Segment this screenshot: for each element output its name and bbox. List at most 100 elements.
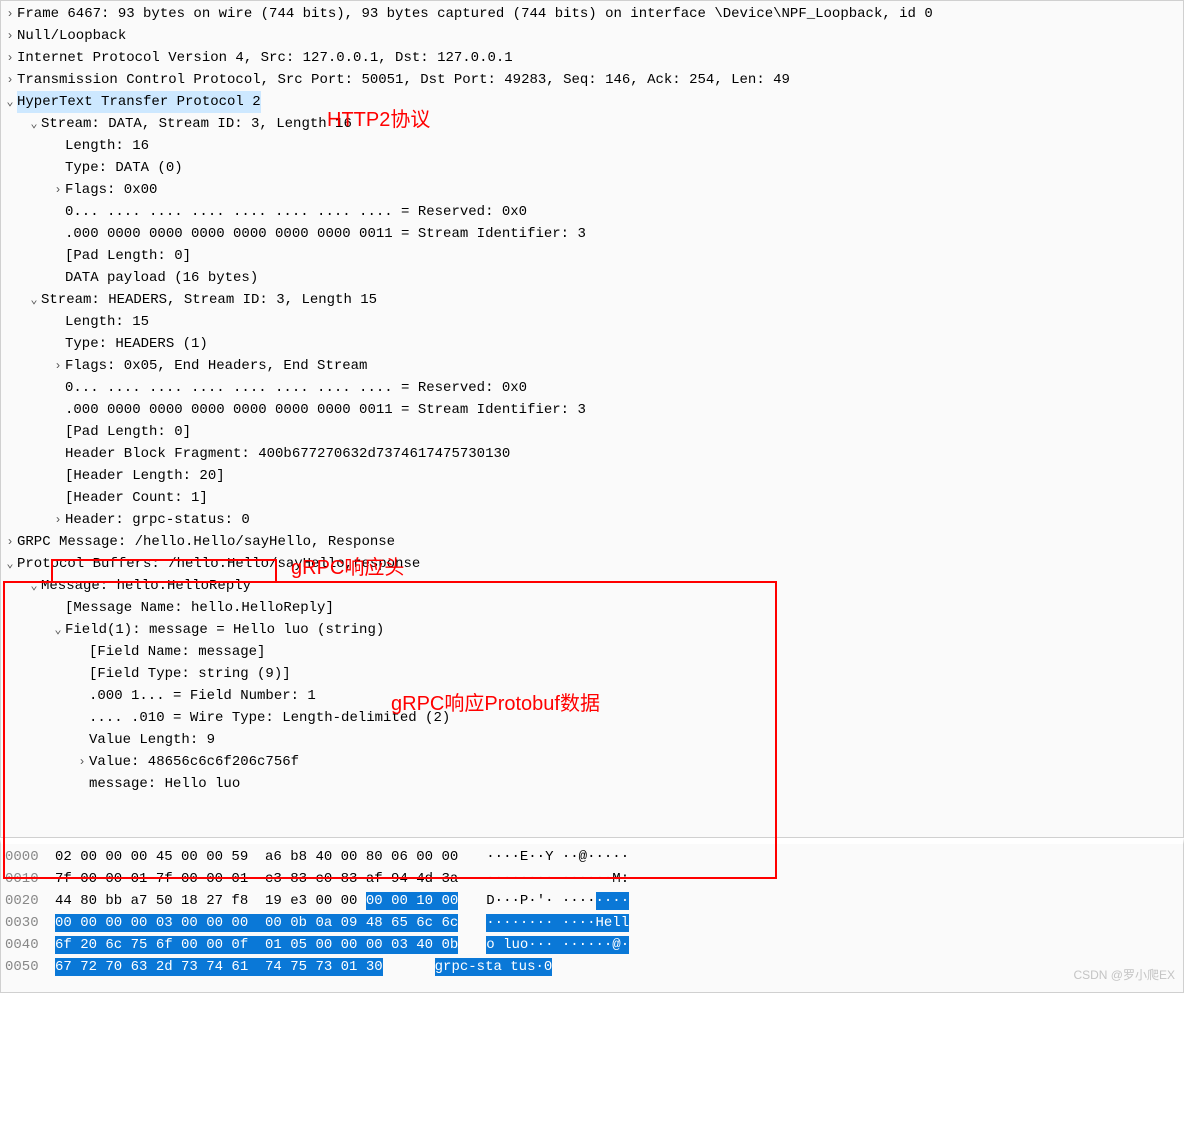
collapse-icon[interactable]: ⌄	[29, 575, 39, 597]
label: .... .010 = Wire Type: Length-delimited …	[89, 707, 450, 729]
expand-icon[interactable]: ›	[5, 531, 15, 553]
hex-row[interactable]: 0000 02 00 00 00 45 00 00 59 a6 b8 40 00…	[1, 846, 1183, 868]
label: [Message Name: hello.HelloReply]	[65, 597, 334, 619]
tree-item[interactable]: Header Block Fragment: 400b677270632d737…	[1, 443, 1183, 465]
label: [Field Type: string (9)]	[89, 663, 291, 685]
label: Stream: HEADERS, Stream ID: 3, Length 15	[41, 289, 377, 311]
hex-ascii-highlighted: ····	[596, 892, 630, 910]
tree-item-http2[interactable]: ⌄HyperText Transfer Protocol 2	[1, 91, 1183, 113]
hex-bytes-highlighted: 00 00 10 00	[366, 892, 458, 910]
label: [Pad Length: 0]	[65, 421, 191, 443]
hex-offset: 0030	[5, 912, 55, 934]
label: Value Length: 9	[89, 729, 215, 751]
tree-item[interactable]: [Field Type: string (9)]	[1, 663, 1183, 685]
tree-item[interactable]: .000 0000 0000 0000 0000 0000 0000 0011 …	[1, 223, 1183, 245]
hex-bytes: 7f 00 00 01 7f 00 00 01 c3 83 c0 83 af 9…	[55, 868, 458, 890]
label: [Header Count: 1]	[65, 487, 208, 509]
label: 0... .... .... .... .... .... .... .... …	[65, 377, 527, 399]
hex-row[interactable]: 0020 44 80 bb a7 50 18 27 f8 19 e3 00 00…	[1, 890, 1183, 912]
label: Protocol Buffers: /hello.Hello/sayHello,…	[17, 553, 420, 575]
watermark: CSDN @罗小爬EX	[1073, 964, 1175, 986]
label: .000 0000 0000 0000 0000 0000 0000 0011 …	[65, 399, 586, 421]
expand-icon[interactable]: ›	[5, 3, 15, 25]
hex-row[interactable]: 0040 6f 20 6c 75 6f 00 00 0f 01 05 00 00…	[1, 934, 1183, 956]
expand-icon[interactable]: ›	[5, 25, 15, 47]
hex-ascii-highlighted: ········ ····Hell	[486, 914, 629, 932]
tree-item[interactable]: Length: 15	[1, 311, 1183, 333]
tree-item[interactable]: [Header Length: 20]	[1, 465, 1183, 487]
tree-item-grpc-header[interactable]: ›Header: grpc-status: 0	[1, 509, 1183, 531]
hex-dump-pane[interactable]: 0000 02 00 00 00 45 00 00 59 a6 b8 40 00…	[0, 838, 1184, 993]
label: Value: 48656c6c6f206c756f	[89, 751, 299, 773]
label: Frame 6467: 93 bytes on wire (744 bits),…	[17, 3, 933, 25]
tree-item-flags[interactable]: ›Flags: 0x00	[1, 179, 1183, 201]
expand-icon[interactable]: ›	[53, 509, 63, 531]
expand-icon[interactable]: ›	[53, 355, 63, 377]
tree-item[interactable]: 0... .... .... .... .... .... .... .... …	[1, 377, 1183, 399]
expand-icon[interactable]: ›	[77, 751, 87, 773]
hex-ascii: grpc-sta tus·0	[435, 956, 553, 978]
hex-ascii: ········ ······M:	[486, 868, 629, 890]
tree-item[interactable]: [Field Name: message]	[1, 641, 1183, 663]
tree-item-frame[interactable]: ›Frame 6467: 93 bytes on wire (744 bits)…	[1, 3, 1183, 25]
label: Length: 16	[65, 135, 149, 157]
label: Length: 15	[65, 311, 149, 333]
tree-item[interactable]: .... .010 = Wire Type: Length-delimited …	[1, 707, 1183, 729]
label: Flags: 0x00	[65, 179, 157, 201]
hex-bytes: 44 80 bb a7 50 18 27 f8 19 e3 00 00 00 0…	[55, 890, 458, 912]
hex-row[interactable]: 0010 7f 00 00 01 7f 00 00 01 c3 83 c0 83…	[1, 868, 1183, 890]
tree-item[interactable]: [Message Name: hello.HelloReply]	[1, 597, 1183, 619]
tree-item[interactable]: Type: HEADERS (1)	[1, 333, 1183, 355]
tree-item-grpc-message[interactable]: ›GRPC Message: /hello.Hello/sayHello, Re…	[1, 531, 1183, 553]
hex-row[interactable]: 0050 67 72 70 63 2d 73 74 61 74 75 73 01…	[1, 956, 1183, 978]
packet-details-pane[interactable]: ›Frame 6467: 93 bytes on wire (744 bits)…	[0, 0, 1184, 838]
tree-item[interactable]: 0... .... .... .... .... .... .... .... …	[1, 201, 1183, 223]
label: [Header Length: 20]	[65, 465, 225, 487]
label: Flags: 0x05, End Headers, End Stream	[65, 355, 367, 377]
label: DATA payload (16 bytes)	[65, 267, 258, 289]
tree-item[interactable]: message: Hello luo	[1, 773, 1183, 795]
tree-item[interactable]: Value Length: 9	[1, 729, 1183, 751]
tree-item[interactable]: Length: 16	[1, 135, 1183, 157]
tree-item[interactable]: [Pad Length: 0]	[1, 245, 1183, 267]
expand-icon[interactable]: ›	[5, 47, 15, 69]
hex-bytes: 00 00 00 00 03 00 00 00 00 0b 0a 09 48 6…	[55, 912, 458, 934]
tree-item-ipv4[interactable]: ›Internet Protocol Version 4, Src: 127.0…	[1, 47, 1183, 69]
label: Message: hello.HelloReply	[41, 575, 251, 597]
collapse-icon[interactable]: ⌄	[5, 553, 15, 575]
label: Header: grpc-status: 0	[65, 509, 250, 531]
tree-item-null-loopback[interactable]: ›Null/Loopback	[1, 25, 1183, 47]
tree-item-protobuf[interactable]: ⌄Protocol Buffers: /hello.Hello/sayHello…	[1, 553, 1183, 575]
label: 0... .... .... .... .... .... .... .... …	[65, 201, 527, 223]
tree-item-stream-headers[interactable]: ⌄Stream: HEADERS, Stream ID: 3, Length 1…	[1, 289, 1183, 311]
tree-item[interactable]: .000 0000 0000 0000 0000 0000 0000 0011 …	[1, 399, 1183, 421]
label: .000 1... = Field Number: 1	[89, 685, 316, 707]
collapse-icon[interactable]: ⌄	[53, 619, 63, 641]
tree-item-pb-field[interactable]: ⌄Field(1): message = Hello luo (string)	[1, 619, 1183, 641]
tree-item[interactable]: [Header Count: 1]	[1, 487, 1183, 509]
collapse-icon[interactable]: ⌄	[29, 113, 39, 135]
expand-icon[interactable]: ›	[5, 69, 15, 91]
tree-item[interactable]: [Pad Length: 0]	[1, 421, 1183, 443]
hex-ascii: D···P·'· ········	[486, 890, 629, 912]
tree-item-tcp[interactable]: ›Transmission Control Protocol, Src Port…	[1, 69, 1183, 91]
tree-item-pb-message[interactable]: ⌄Message: hello.HelloReply	[1, 575, 1183, 597]
hex-row[interactable]: 0030 00 00 00 00 03 00 00 00 00 0b 0a 09…	[1, 912, 1183, 934]
hex-offset: 0040	[5, 934, 55, 956]
hex-offset: 0020	[5, 890, 55, 912]
tree-item-flags[interactable]: ›Flags: 0x05, End Headers, End Stream	[1, 355, 1183, 377]
hex-bytes: 02 00 00 00 45 00 00 59 a6 b8 40 00 80 0…	[55, 846, 458, 868]
collapse-icon[interactable]: ⌄	[29, 289, 39, 311]
tree-item-pb-value[interactable]: ›Value: 48656c6c6f206c756f	[1, 751, 1183, 773]
label: Header Block Fragment: 400b677270632d737…	[65, 443, 510, 465]
hex-offset: 0050	[5, 956, 55, 978]
hex-bytes: 67 72 70 63 2d 73 74 61 74 75 73 01 30	[55, 956, 383, 978]
tree-item[interactable]: .000 1... = Field Number: 1	[1, 685, 1183, 707]
expand-icon[interactable]: ›	[53, 179, 63, 201]
label: Stream: DATA, Stream ID: 3, Length 16	[41, 113, 352, 135]
collapse-icon[interactable]: ⌄	[5, 91, 15, 113]
tree-item[interactable]: Type: DATA (0)	[1, 157, 1183, 179]
tree-item-stream-data[interactable]: ⌄Stream: DATA, Stream ID: 3, Length 16	[1, 113, 1183, 135]
hex-bytes-highlighted: 67 72 70 63 2d 73 74 61 74 75 73 01 30	[55, 958, 383, 976]
tree-item[interactable]: DATA payload (16 bytes)	[1, 267, 1183, 289]
